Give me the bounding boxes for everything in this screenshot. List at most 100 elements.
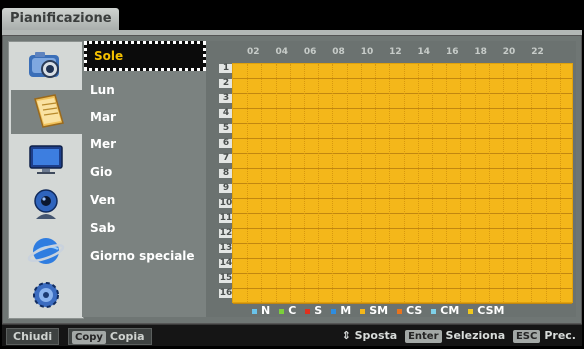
settings-icon[interactable]: [9, 273, 83, 317]
display-icon[interactable]: [9, 137, 83, 181]
row-number: 13: [219, 242, 233, 253]
row-number: 15: [219, 272, 233, 283]
hour-gridline: [417, 64, 419, 302]
copy-key-chip: Copy: [72, 331, 106, 344]
day-item-sole[interactable]: Sole: [84, 41, 206, 71]
hour-label: 20: [502, 47, 516, 57]
key-help: ⇕ Sposta Enter Seleziona ESC Prec.: [342, 328, 576, 343]
day-list: Sole Lun Mar Mer Gio Ven Sab Giorno spec…: [82, 41, 206, 317]
day-item-ven[interactable]: Ven: [90, 193, 115, 207]
schedule-row[interactable]: [233, 229, 572, 244]
schedule-row[interactable]: [233, 259, 572, 274]
hour-gridline: [346, 64, 348, 302]
day-item-giorno-speciale[interactable]: Giorno speciale: [90, 249, 195, 263]
legend-item: CSM: [468, 304, 504, 317]
row-number: 11: [219, 212, 233, 223]
legend-label: C: [288, 304, 297, 317]
hour-label: 10: [360, 47, 374, 57]
schedule-row[interactable]: [233, 124, 572, 139]
hour-gridline: [502, 64, 504, 302]
schedule-row[interactable]: [233, 214, 572, 229]
hour-label: 12: [389, 47, 402, 57]
hour-label: 14: [417, 47, 431, 57]
legend-item: SM: [360, 304, 388, 317]
row-number: 9: [219, 183, 233, 193]
legend-swatch: [252, 308, 257, 314]
prev-label: Prec.: [544, 329, 576, 342]
schedule-row[interactable]: [233, 64, 572, 79]
hour-gridline: [332, 64, 334, 302]
hour-gridline: [360, 64, 362, 302]
hour-gridline: [531, 64, 533, 302]
legend-label: SM: [369, 304, 389, 317]
schedule-grid[interactable]: [232, 63, 573, 304]
legend-swatch: [431, 308, 437, 314]
legend-label: CS: [406, 304, 423, 317]
close-button[interactable]: Chiudi: [6, 328, 60, 345]
day-item-sab[interactable]: Sab: [90, 221, 115, 235]
row-number: 3: [219, 93, 233, 103]
row-number: 10: [219, 197, 233, 208]
schedule-row[interactable]: [233, 154, 572, 169]
row-number: 2: [219, 78, 233, 88]
hour-gridline: [261, 64, 263, 302]
day-item-mer[interactable]: Mer: [90, 137, 116, 151]
legend-swatch: [305, 308, 311, 314]
hour-label: 04: [275, 47, 288, 57]
schedule-row[interactable]: [233, 184, 572, 199]
row-number: 12: [219, 227, 233, 238]
legend-label: CM: [440, 304, 460, 317]
legend-swatch: [331, 308, 337, 314]
legend-swatch: [360, 308, 366, 314]
legend-swatch: [397, 308, 403, 314]
copy-button[interactable]: Copy Copia: [68, 328, 152, 345]
hour-gridline: [375, 64, 377, 302]
hour-label: 06: [303, 47, 317, 57]
webcam-icon[interactable]: [9, 183, 83, 227]
row-number: 14: [219, 257, 233, 268]
hour-gridline: [488, 64, 490, 302]
legend-item: N: [252, 304, 270, 317]
hour-gridline: [275, 64, 277, 302]
schedule-row[interactable]: [233, 289, 572, 304]
hour-gridline: [559, 64, 561, 302]
row-number: 6: [219, 138, 233, 148]
network-icon[interactable]: [9, 229, 83, 273]
hour-label: 22: [531, 47, 544, 57]
move-label: Sposta: [354, 329, 398, 342]
schedule-row[interactable]: [233, 139, 572, 154]
day-item-mar[interactable]: Mar: [90, 110, 116, 124]
legend-item: C: [279, 304, 296, 317]
schedule-row[interactable]: [233, 169, 572, 184]
hour-gridline: [403, 64, 405, 302]
schedule-icon[interactable]: [11, 90, 87, 134]
schedule-row[interactable]: [233, 109, 572, 124]
row-number: 1: [219, 63, 233, 73]
schedule-grid-area: 02 04 06 08 10 12 14 16 18 20 22 1 2 3 4 5 6 7 8 9 10 11 12 13…: [206, 41, 576, 317]
schedule-window: Pianificazione Sole Lun Mar Mer Gio Ven …: [0, 0, 584, 349]
schedule-row[interactable]: [233, 274, 572, 289]
schedule-row[interactable]: [233, 244, 572, 259]
enter-key-chip: Enter: [405, 330, 442, 343]
row-number: 4: [219, 108, 233, 118]
camera-icon[interactable]: [9, 44, 83, 88]
hour-gridline: [431, 64, 433, 302]
legend-swatch: [468, 308, 474, 314]
row-number: 16: [219, 287, 233, 298]
legend-label: M: [340, 304, 352, 317]
legend-label: N: [261, 304, 271, 317]
schedule-row[interactable]: [233, 94, 572, 109]
row-number: 8: [219, 168, 233, 178]
schedule-row[interactable]: [233, 199, 572, 214]
legend-item: S: [305, 304, 322, 317]
day-item-lun[interactable]: Lun: [90, 83, 115, 97]
day-item-gio[interactable]: Gio: [90, 165, 112, 179]
schedule-row[interactable]: [233, 79, 572, 94]
window-title: Pianificazione: [2, 8, 119, 30]
hour-gridline: [247, 64, 249, 302]
hour-gridline: [517, 64, 519, 302]
hour-label: 08: [332, 47, 345, 57]
copy-label: Copia: [109, 330, 145, 343]
row-number: 5: [219, 123, 233, 133]
esc-key-chip: ESC: [512, 330, 541, 343]
